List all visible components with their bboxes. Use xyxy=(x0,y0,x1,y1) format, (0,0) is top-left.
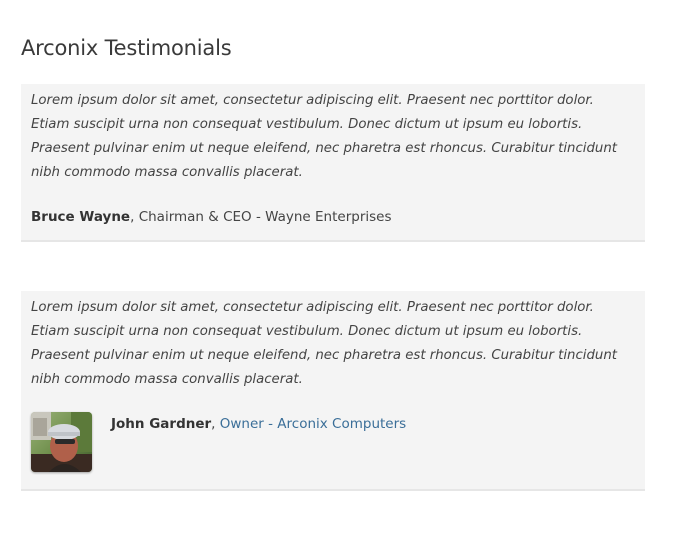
author-name: John Gardner xyxy=(111,416,212,432)
testimonial-attribution: John Gardner, Owner - Arconix Computers xyxy=(111,412,406,436)
avatar xyxy=(31,412,92,472)
attribution-separator: , xyxy=(211,416,220,432)
testimonial-quote: Lorem ipsum dolor sit amet, consectetur … xyxy=(31,93,617,180)
author-byline: Chairman & CEO - Wayne Enterprises xyxy=(138,209,392,225)
testimonial-card: Lorem ipsum dolor sit amet, consectetur … xyxy=(21,291,645,491)
page-title: Arconix Testimonials xyxy=(21,36,232,60)
testimonial-quote: Lorem ipsum dolor sit amet, consectetur … xyxy=(31,300,617,387)
testimonial-card: Lorem ipsum dolor sit amet, consectetur … xyxy=(21,84,645,242)
testimonial-attribution: Bruce Wayne, Chairman & CEO - Wayne Ente… xyxy=(31,205,392,229)
avatar-photo xyxy=(31,412,92,472)
author-byline-link[interactable]: Owner - Arconix Computers xyxy=(220,416,406,432)
author-name: Bruce Wayne xyxy=(31,209,131,225)
attribution-separator: , xyxy=(130,209,139,225)
